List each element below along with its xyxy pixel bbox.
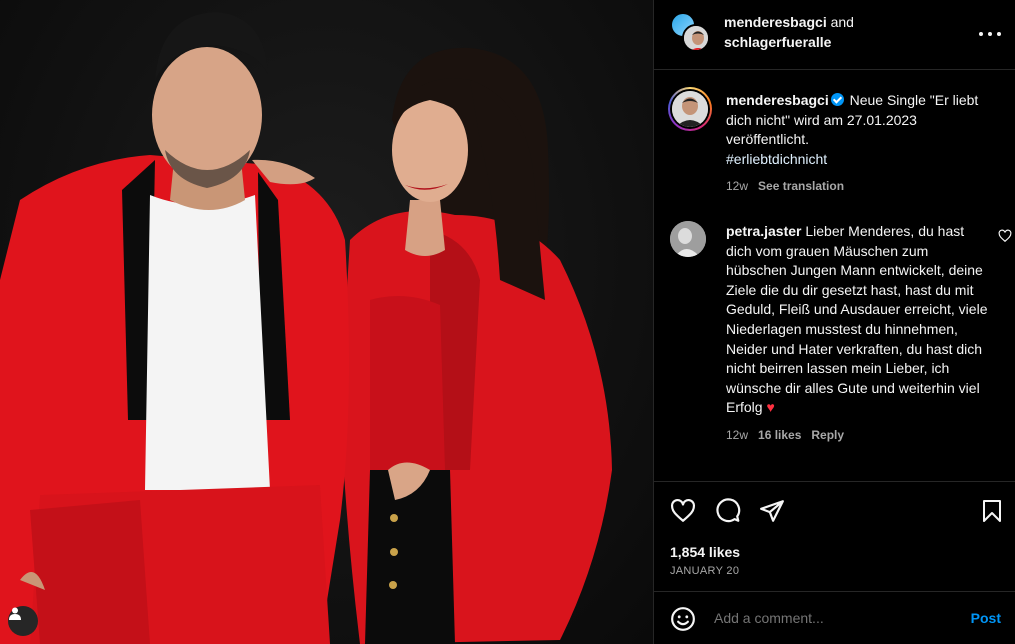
post-authors: menderesbagci and schlagerfueralle: [724, 12, 854, 52]
tagged-users-button[interactable]: [8, 606, 38, 636]
post-date[interactable]: JANUARY 20: [670, 565, 739, 577]
like-comment-button[interactable]: [998, 229, 1012, 248]
avatar[interactable]: [682, 24, 710, 52]
caption-time[interactable]: 12w: [726, 179, 748, 193]
reply-button[interactable]: Reply: [811, 428, 844, 442]
comment-username[interactable]: petra.jaster: [726, 223, 801, 239]
avatar-image: [672, 91, 708, 127]
comment-button[interactable]: [715, 498, 741, 524]
comment-likes[interactable]: 16 likes: [758, 428, 801, 442]
post-header: menderesbagci and schlagerfueralle: [654, 0, 1015, 70]
share-icon: [760, 500, 784, 522]
post-side-panel: menderesbagci and schlagerfueralle mende…: [653, 0, 1015, 644]
emoji-icon: [671, 607, 695, 631]
add-comment-bar: Post: [654, 591, 1015, 644]
avatar[interactable]: [670, 221, 706, 257]
comment-icon: [716, 498, 741, 523]
post-photo[interactable]: [0, 0, 653, 644]
post-comment-button[interactable]: Post: [971, 610, 1001, 626]
save-button[interactable]: [980, 498, 1006, 524]
likes-count[interactable]: 1,854 likes: [670, 544, 740, 560]
share-button[interactable]: [759, 498, 785, 524]
heart-icon: [671, 498, 695, 522]
comment-input[interactable]: [714, 610, 934, 626]
like-button[interactable]: [670, 498, 696, 524]
see-translation-link[interactable]: See translation: [758, 179, 844, 193]
more-options-button[interactable]: [979, 24, 1001, 44]
collaborator-username[interactable]: schlagerfueralle: [724, 34, 831, 50]
comment-time[interactable]: 12w: [726, 428, 748, 442]
caption-username[interactable]: menderesbagci: [726, 92, 829, 108]
comments-list[interactable]: menderesbagci Neue Single "Er liebt dich…: [654, 71, 1015, 481]
author-username[interactable]: menderesbagci: [724, 14, 827, 30]
red-heart-emoji: ♥: [766, 399, 775, 416]
caption-meta: 12w See translation: [726, 177, 988, 197]
avatar-image: [670, 221, 706, 257]
avatar-image: [684, 26, 708, 50]
emoji-button[interactable]: [670, 606, 696, 632]
story-ring-avatar[interactable]: [668, 87, 712, 131]
more-horizontal-icon: [979, 32, 983, 36]
collab-avatars[interactable]: [670, 12, 710, 52]
hashtag-link[interactable]: #erliebtdichnicht: [726, 151, 827, 167]
comment-text: Lieber Menderes, du hast dich vom grauen…: [726, 223, 988, 416]
and-label: and: [826, 14, 854, 30]
verified-badge-icon: [830, 93, 844, 106]
post-image-illustration: [0, 12, 612, 644]
user-icon: [9, 607, 21, 620]
comment-meta: 12w 16 likes Reply: [726, 426, 988, 446]
heart-outline-icon: [998, 229, 1012, 243]
bookmark-icon: [983, 500, 1001, 522]
post-actions: 1,854 likes JANUARY 20: [654, 481, 1015, 591]
